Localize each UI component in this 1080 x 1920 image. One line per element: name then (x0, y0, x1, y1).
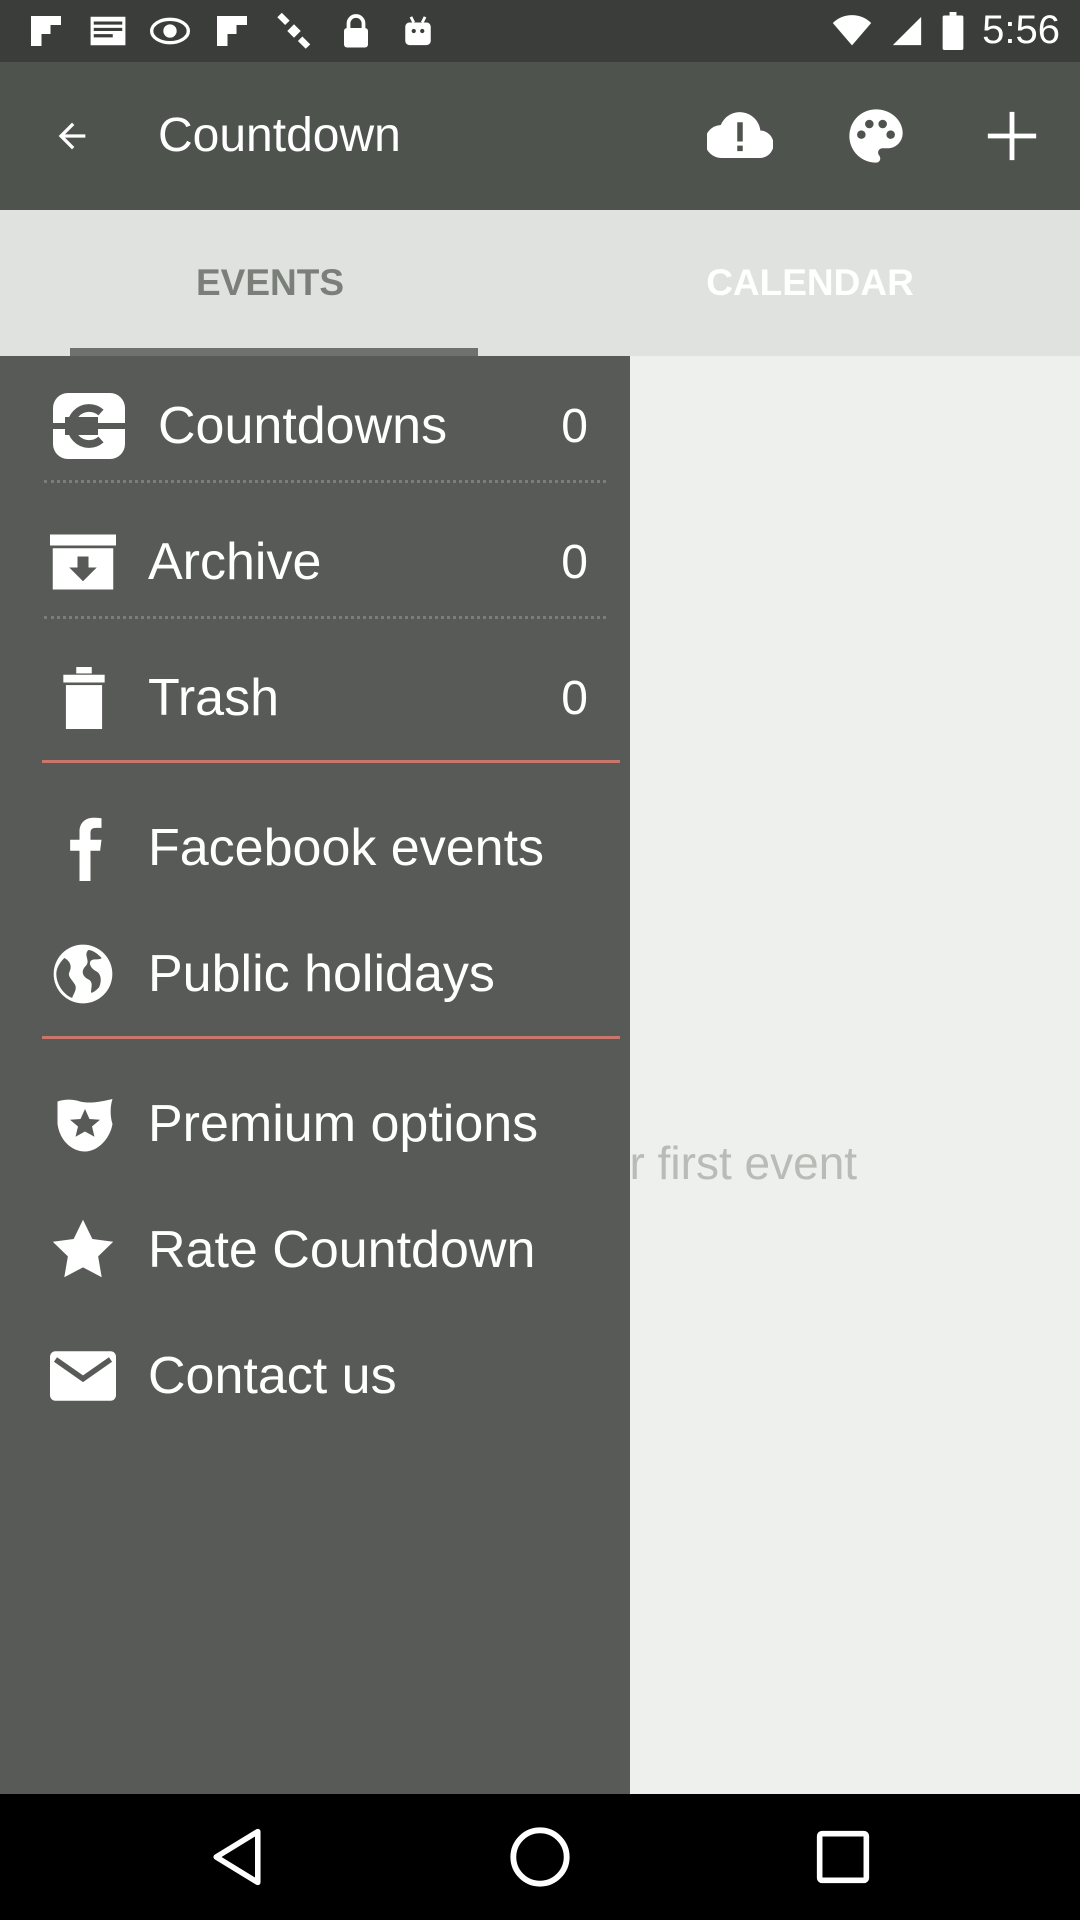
drawer-item-archive[interactable]: Archive 0 (0, 512, 630, 612)
drawer-item-label: Premium options (148, 1095, 539, 1153)
premium-star-icon (54, 1089, 116, 1159)
drawer-item-countdowns[interactable]: Countdowns 0 (0, 376, 630, 476)
back-button[interactable] (36, 106, 108, 166)
section-divider (42, 760, 620, 763)
drawer-item-label: Archive (148, 533, 322, 591)
drawer-item-premium-options[interactable]: Premium options (0, 1074, 630, 1174)
add-event-button[interactable] (944, 82, 1080, 190)
drawer-item-label: Contact us (148, 1347, 397, 1405)
globe-icon (50, 939, 116, 1009)
palette-icon (849, 109, 903, 163)
dotted-separator (44, 616, 606, 619)
drawer-item-count: 0 (561, 399, 588, 453)
nav-recents-button[interactable] (798, 1812, 888, 1902)
signal-icon (890, 14, 924, 48)
facebook-icon (62, 813, 108, 883)
wifi-icon (832, 14, 872, 47)
drawer-item-trash[interactable]: Trash 0 (0, 648, 630, 748)
battery-icon (942, 11, 964, 50)
drawer-item-rate-countdown[interactable]: Rate Countdown (0, 1200, 630, 1300)
square-recents-icon (816, 1830, 870, 1884)
android-icon (398, 12, 438, 50)
drawer-item-label: Countdowns (158, 397, 448, 455)
drawer-item-count: 0 (561, 671, 588, 725)
tab-bar: EVENTS CALENDAR (0, 210, 1080, 356)
archive-icon (50, 527, 116, 597)
mail-icon (88, 12, 128, 50)
system-status: 5:56 (832, 8, 1060, 53)
navigation-drawer: Countdowns 0 Archive 0 Trash 0 Facebook … (0, 356, 630, 1794)
drawer-item-label: Public holidays (148, 945, 495, 1003)
cloud-alert-button[interactable] (672, 82, 808, 190)
flipboard-icon (26, 12, 66, 50)
trash-icon (62, 663, 106, 733)
flipboard-icon (212, 12, 252, 50)
drawer-item-label: Facebook events (148, 819, 545, 877)
theme-palette-button[interactable] (808, 82, 944, 190)
lock-icon (336, 12, 376, 50)
nav-back-button[interactable] (192, 1812, 282, 1902)
circle-home-icon (510, 1827, 570, 1887)
eye-icon (150, 12, 190, 50)
drawer-item-contact-us[interactable]: Contact us (0, 1326, 630, 1426)
tab-indicator (70, 348, 478, 356)
drawer-item-facebook-events[interactable]: Facebook events (0, 798, 630, 898)
arrow-back-icon (58, 122, 86, 150)
drawer-item-label: Trash (148, 669, 279, 727)
drawer-item-label: Rate Countdown (148, 1221, 536, 1279)
status-bar: 5:56 (0, 0, 1080, 62)
star-icon (48, 1215, 118, 1285)
cloud-alert-icon (707, 112, 773, 159)
plus-icon (987, 111, 1037, 161)
drawer-item-public-holidays[interactable]: Public holidays (0, 924, 630, 1024)
tab-calendar[interactable]: CALENDAR (540, 210, 1080, 356)
mail-icon (50, 1341, 116, 1411)
status-time: 5:56 (982, 8, 1060, 52)
toolbar-actions (672, 82, 1080, 190)
drawer-item-count: 0 (561, 535, 588, 589)
satellite-icon (274, 12, 314, 50)
triangle-back-icon (213, 1828, 261, 1886)
countdown-icon (50, 391, 128, 461)
tab-events[interactable]: EVENTS (0, 210, 540, 356)
app-toolbar: Countdown (0, 62, 1080, 210)
page-title: Countdown (158, 109, 401, 162)
section-divider (42, 1036, 620, 1039)
nav-home-button[interactable] (495, 1812, 585, 1902)
dotted-separator (44, 480, 606, 483)
notification-icons (26, 12, 438, 50)
system-nav-bar (0, 1794, 1080, 1920)
